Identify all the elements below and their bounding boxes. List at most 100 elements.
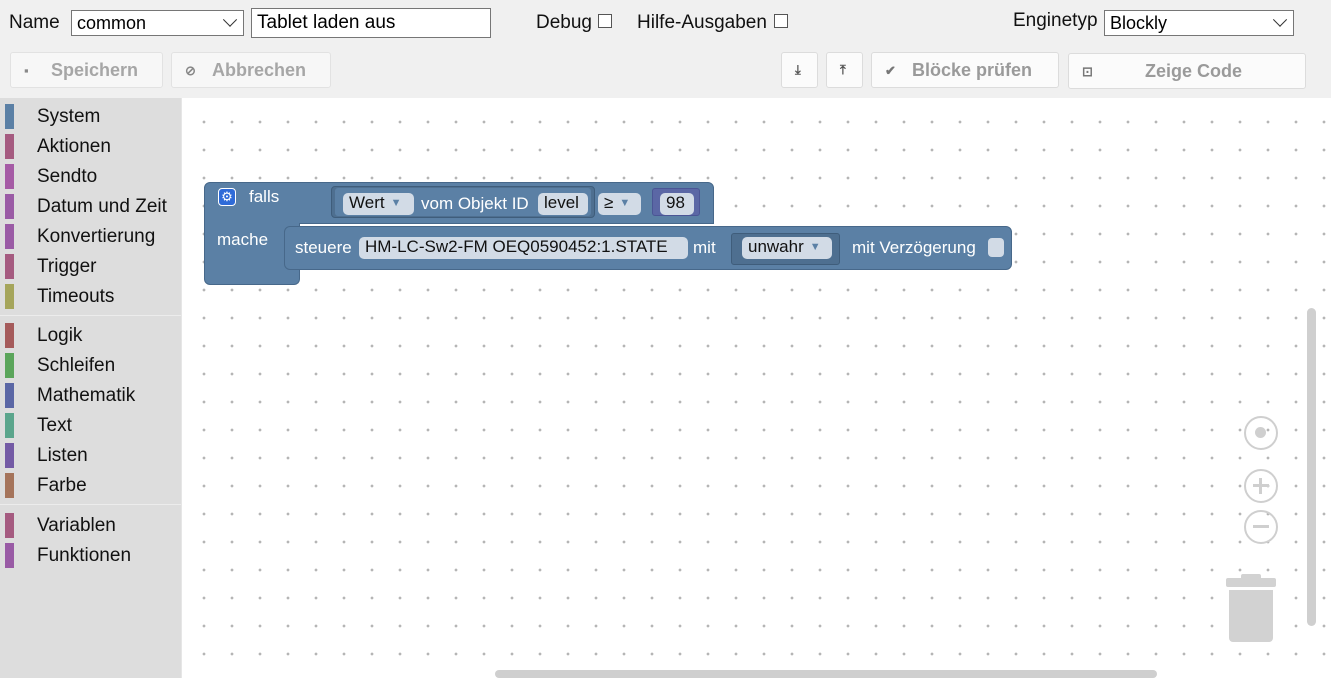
name-label: Name bbox=[9, 12, 60, 33]
category-color-bar bbox=[5, 513, 14, 538]
category-system[interactable]: System bbox=[0, 104, 181, 130]
trash-lid bbox=[1226, 578, 1276, 587]
category-sendto[interactable]: Sendto bbox=[0, 164, 181, 190]
import-button[interactable]: ⤒ bbox=[826, 52, 863, 88]
debug-checkbox[interactable] bbox=[598, 14, 612, 28]
top-toolbar: Name common Debug Hilfe-Ausgaben Enginet… bbox=[0, 0, 1331, 98]
category-color-bar bbox=[5, 254, 14, 279]
help-output-checkbox[interactable] bbox=[774, 14, 788, 28]
name-select-value: common bbox=[77, 13, 147, 33]
delay-checkbox[interactable] bbox=[988, 238, 1004, 257]
category-text[interactable]: Text bbox=[0, 413, 181, 439]
category-konvertierung[interactable]: Konvertierung bbox=[0, 224, 181, 250]
category-color-bar bbox=[5, 413, 14, 438]
if-label: falls bbox=[249, 187, 280, 206]
dropdown-arrow-icon: ▼ bbox=[390, 197, 402, 209]
category-mathematik[interactable]: Mathematik bbox=[0, 383, 181, 409]
category-color-bar bbox=[5, 194, 14, 219]
dropdown-arrow-icon: ▼ bbox=[619, 197, 631, 209]
category-trigger[interactable]: Trigger bbox=[0, 254, 181, 280]
category-separator bbox=[0, 315, 181, 316]
category-color-bar bbox=[5, 134, 14, 159]
category-farbe[interactable]: Farbe bbox=[0, 473, 181, 499]
category-label: Aktionen bbox=[37, 136, 111, 157]
category-color-bar bbox=[5, 443, 14, 468]
show-code-button[interactable]: ⊡ Zeige Code bbox=[1068, 53, 1306, 89]
category-label: Timeouts bbox=[37, 286, 115, 307]
category-timeouts[interactable]: Timeouts bbox=[0, 284, 181, 310]
category-label: Sendto bbox=[37, 166, 98, 187]
category-funktionen[interactable]: Funktionen bbox=[0, 543, 181, 569]
category-color-bar bbox=[5, 323, 14, 348]
blockly-toolbox: System Aktionen Sendto Datum und Zeit Ko… bbox=[0, 98, 181, 678]
category-color-bar bbox=[5, 383, 14, 408]
check-blocks-button[interactable]: ✔ Blöcke prüfen bbox=[871, 52, 1059, 88]
category-label: Trigger bbox=[37, 256, 97, 277]
category-logik[interactable]: Logik bbox=[0, 323, 181, 349]
zoom-out-icon[interactable] bbox=[1244, 510, 1278, 544]
control-label: steuere bbox=[295, 238, 352, 257]
category-label: Funktionen bbox=[37, 545, 132, 566]
floppy-icon: ▪ bbox=[24, 63, 29, 78]
category-color-bar bbox=[5, 353, 14, 378]
category-label: Listen bbox=[37, 445, 88, 466]
category-label: Text bbox=[37, 415, 72, 436]
script-name-input[interactable] bbox=[251, 8, 491, 38]
debug-label: Debug bbox=[536, 12, 592, 33]
category-schleifen[interactable]: Schleifen bbox=[0, 353, 181, 379]
category-label: Mathematik bbox=[37, 385, 136, 406]
export-button[interactable]: ⤓ bbox=[781, 52, 818, 88]
recenter-icon[interactable] bbox=[1244, 416, 1278, 450]
state-id-field[interactable]: HM-LC-Sw2-FM OEQ0590452:1.STATE bbox=[359, 237, 688, 259]
cancel-button[interactable]: ⊘ Abbrechen bbox=[171, 52, 331, 88]
category-color-bar bbox=[5, 104, 14, 129]
chevron-down-icon bbox=[1272, 12, 1288, 27]
zoom-in-icon[interactable] bbox=[1244, 469, 1278, 503]
checkmark-icon: ✔ bbox=[885, 63, 896, 78]
number-field[interactable]: 98 bbox=[660, 193, 694, 215]
vertical-scrollbar[interactable] bbox=[1307, 308, 1316, 626]
zoom-in-vertical bbox=[1259, 478, 1262, 494]
category-label: Variablen bbox=[37, 515, 116, 536]
dropdown-arrow-icon: ▼ bbox=[809, 241, 821, 253]
category-variablen[interactable]: Variablen bbox=[0, 513, 181, 539]
engine-label: Enginetyp bbox=[1013, 10, 1098, 31]
engine-select-value: Blockly bbox=[1110, 13, 1168, 33]
category-color-bar bbox=[5, 473, 14, 498]
code-icon: ⊡ bbox=[1082, 64, 1093, 79]
category-datum-und-zeit[interactable]: Datum und Zeit bbox=[0, 194, 181, 220]
category-aktionen[interactable]: Aktionen bbox=[0, 134, 181, 160]
bool-dropdown[interactable]: unwahr ▼ bbox=[742, 237, 832, 259]
category-label: Farbe bbox=[37, 475, 87, 496]
category-color-bar bbox=[5, 543, 14, 568]
gear-icon[interactable]: ⚙ bbox=[218, 188, 236, 206]
operator-text: ≥ bbox=[604, 193, 614, 212]
horizontal-scrollbar[interactable] bbox=[495, 670, 1157, 678]
trash-icon[interactable] bbox=[1229, 590, 1273, 642]
category-color-bar bbox=[5, 284, 14, 309]
delay-label: mit Verzögerung bbox=[852, 238, 976, 257]
engine-select[interactable]: Blockly bbox=[1104, 10, 1294, 36]
operator-dropdown[interactable]: ≥ ▼ bbox=[598, 193, 641, 215]
category-color-bar bbox=[5, 224, 14, 249]
import-icon: ⤒ bbox=[840, 62, 846, 77]
recenter-dot bbox=[1255, 427, 1266, 438]
value-dropdown-text: Wert bbox=[349, 193, 385, 212]
zoom-out-horizontal bbox=[1253, 525, 1269, 528]
category-listen[interactable]: Listen bbox=[0, 443, 181, 469]
name-select[interactable]: common bbox=[71, 10, 244, 36]
of-object-label: vom Objekt ID bbox=[421, 194, 529, 213]
category-separator bbox=[0, 504, 181, 505]
do-label: mache bbox=[217, 230, 269, 249]
with-label: mit bbox=[693, 238, 716, 257]
bool-dropdown-text: unwahr bbox=[748, 237, 804, 256]
cancel-icon: ⊘ bbox=[185, 63, 196, 78]
category-label: Datum und Zeit bbox=[37, 196, 167, 217]
help-output-label: Hilfe-Ausgaben bbox=[637, 12, 767, 33]
object-id-field[interactable]: level bbox=[538, 193, 588, 215]
category-color-bar bbox=[5, 164, 14, 189]
value-dropdown[interactable]: Wert ▼ bbox=[343, 193, 414, 215]
save-button[interactable]: ▪ Speichern bbox=[10, 52, 163, 88]
blockly-workspace[interactable]: ⚙ falls mache Wert ▼ vom Objekt ID level … bbox=[181, 98, 1331, 678]
chevron-down-icon bbox=[222, 12, 238, 27]
